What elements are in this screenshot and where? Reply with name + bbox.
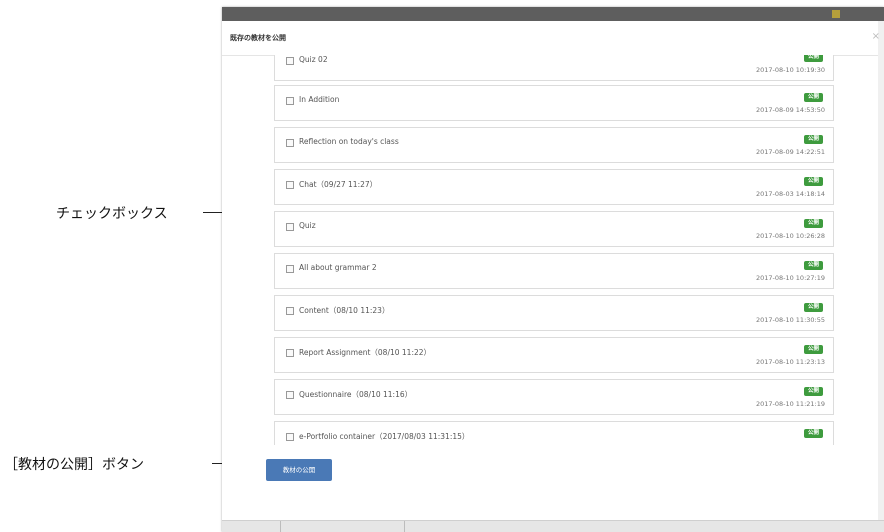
item-date: 2017-08-10 11:23:13 (755, 358, 825, 366)
item-title: Questionnaire（08/10 11:16） (299, 390, 413, 399)
item-checkbox[interactable] (286, 139, 294, 147)
item-title: Quiz 02 (299, 55, 328, 64)
item-date: 2017-08-10 10:19:30 (755, 66, 825, 74)
callout-publish-button-label: ［教材の公開］ボタン (4, 457, 144, 473)
list-item: Content（08/10 11:23） 公開 2017-08-10 11:30… (274, 295, 834, 331)
status-badge: 公開 (804, 55, 823, 62)
list-item: Report Assignment（08/10 11:22） 公開 2017-0… (274, 337, 834, 373)
status-badge: 公開 (804, 345, 823, 354)
item-checkbox[interactable] (286, 223, 294, 231)
publish-materials-modal: 既存の教材を公開 × Quiz 02 公開 2017-08-10 10:19:3… (222, 21, 880, 521)
window-top-bar (222, 7, 884, 21)
bottom-bar-divider (404, 521, 405, 532)
status-badge: 公開 (804, 93, 823, 102)
item-checkbox[interactable] (286, 433, 294, 441)
materials-list[interactable]: Quiz 02 公開 2017-08-10 10:19:30 In Additi… (274, 55, 836, 445)
list-item: Quiz 02 公開 2017-08-10 10:19:30 (274, 55, 834, 81)
item-date: 2017-08-09 14:22:51 (755, 148, 825, 156)
item-checkbox[interactable] (286, 97, 294, 105)
list-item: In Addition 公開 2017-08-09 14:53:50 (274, 85, 834, 121)
item-checkbox[interactable] (286, 265, 294, 273)
item-checkbox[interactable] (286, 57, 294, 65)
item-title: Quiz (299, 221, 316, 230)
status-badge: 公開 (804, 219, 823, 228)
modal-header: 既存の教材を公開 × (222, 21, 880, 56)
item-title: In Addition (299, 95, 340, 104)
list-item: Questionnaire（08/10 11:16） 公開 2017-08-10… (274, 379, 834, 415)
screenshot-window: 既存の教材を公開 × Quiz 02 公開 2017-08-10 10:19:3… (222, 7, 884, 532)
status-badge: 公開 (804, 261, 823, 270)
item-title: e-Portfolio container（2017/08/03 11:31:1… (299, 432, 470, 441)
status-badge: 公開 (804, 387, 823, 396)
item-title: All about grammar 2 (299, 263, 377, 272)
item-title: Content（08/10 11:23） (299, 306, 390, 315)
list-item: All about grammar 2 公開 2017-08-10 10:27:… (274, 253, 834, 289)
list-item: Quiz 公開 2017-08-10 10:26:28 (274, 211, 834, 247)
list-item: Chat（09/27 11:27） 公開 2017-08-03 14:18:14 (274, 169, 834, 205)
item-date: 2017-08-10 10:27:19 (755, 274, 825, 282)
modal-title: 既存の教材を公開 (230, 34, 286, 42)
status-badge: 公開 (804, 135, 823, 144)
status-badge: 公開 (804, 303, 823, 312)
item-title: Chat（09/27 11:27） (299, 180, 378, 189)
item-title: Report Assignment（08/10 11:22） (299, 348, 432, 357)
list-item: Reflection on today's class 公開 2017-08-0… (274, 127, 834, 163)
item-checkbox[interactable] (286, 391, 294, 399)
item-date: 2017-08-09 14:53:50 (755, 106, 825, 114)
publish-materials-button[interactable]: 教材の公開 (266, 459, 332, 481)
bottom-bar-divider (280, 521, 281, 532)
status-badge: 公開 (804, 177, 823, 186)
callout-checkbox-label: チェックボックス (56, 206, 168, 222)
item-checkbox[interactable] (286, 181, 294, 189)
close-icon[interactable]: × (872, 31, 880, 42)
item-checkbox[interactable] (286, 349, 294, 357)
item-date: 2017-08-03 14:18:14 (755, 190, 825, 198)
item-date: 2017-08-10 11:21:19 (755, 400, 825, 408)
status-badge: 公開 (804, 429, 823, 438)
item-date: 2017-08-10 11:30:55 (755, 316, 825, 324)
item-date: 2017-08-10 10:26:28 (755, 232, 825, 240)
item-title: Reflection on today's class (299, 137, 399, 146)
list-item: e-Portfolio container（2017/08/03 11:31:1… (274, 421, 834, 445)
window-bottom-bar (222, 520, 884, 532)
top-bar-marker (832, 10, 840, 18)
item-checkbox[interactable] (286, 307, 294, 315)
